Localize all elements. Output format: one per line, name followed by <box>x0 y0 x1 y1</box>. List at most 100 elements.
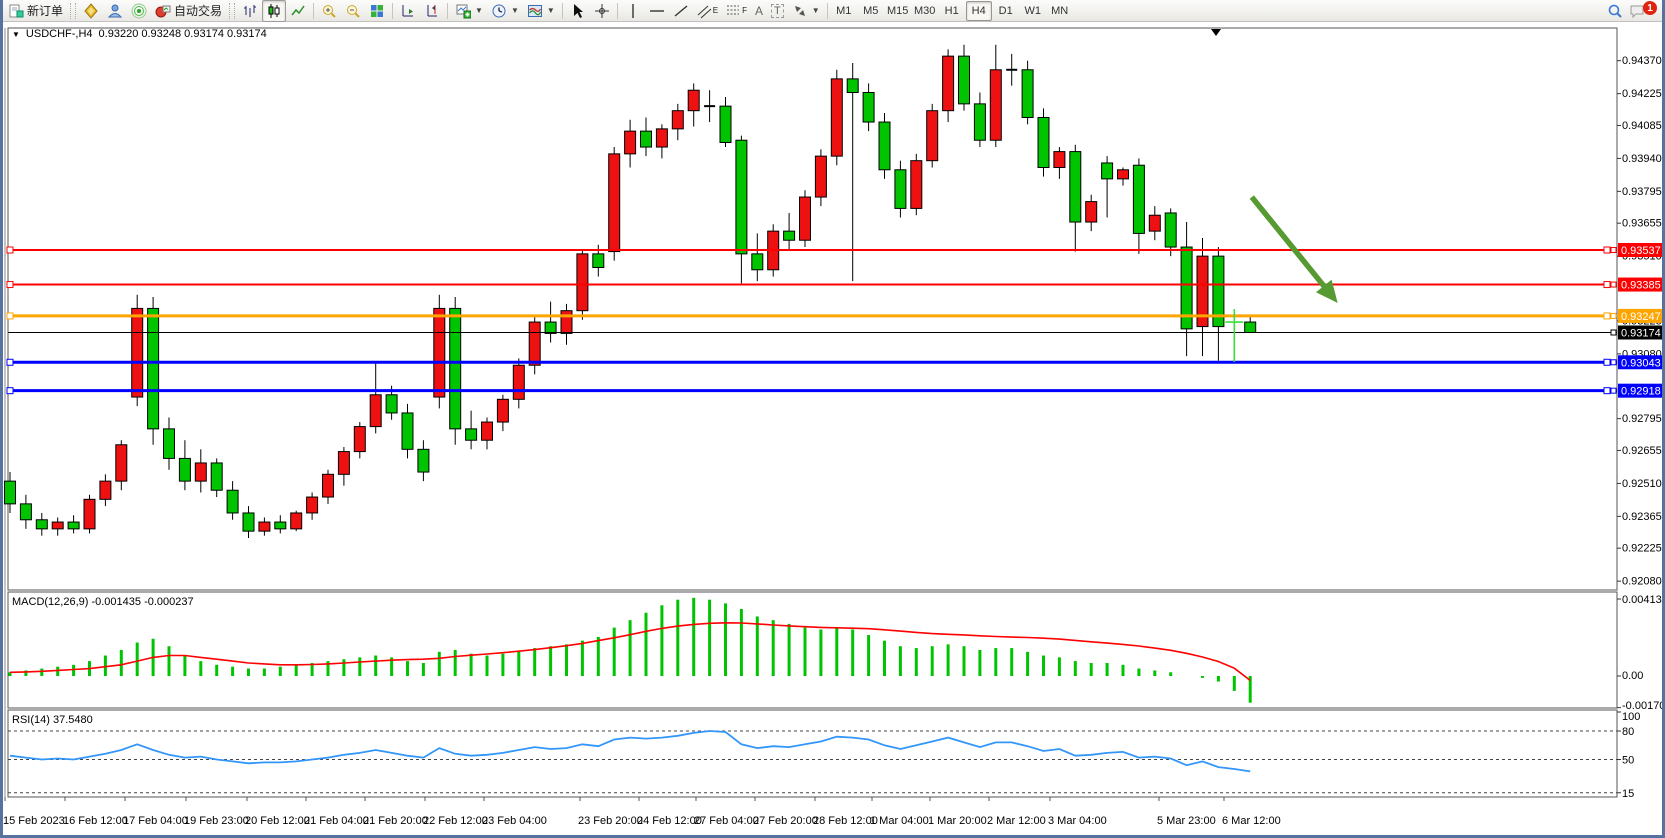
timeframe-M30[interactable]: M30 <box>912 1 938 21</box>
macd-bar <box>374 656 377 676</box>
macd-bar <box>501 654 504 676</box>
timeframe-M5[interactable]: M5 <box>858 1 884 21</box>
new-chart-button[interactable]: ▼ <box>451 0 487 22</box>
arrow-tools-button[interactable]: ▼ <box>788 0 824 22</box>
chevron-down-icon: ▼ <box>547 6 555 15</box>
period-button[interactable]: ▼ <box>487 0 523 22</box>
macd-bar <box>931 646 934 676</box>
time-tick-label: 1 Mar 20:00 <box>928 815 987 827</box>
timeframe-W1[interactable]: W1 <box>1020 1 1046 21</box>
timeframe-H1[interactable]: H1 <box>939 1 965 21</box>
bar-chart-button[interactable] <box>238 0 262 22</box>
candle-body <box>243 513 254 531</box>
timeframe-H4[interactable]: H4 <box>966 1 992 21</box>
candle-body <box>5 481 16 504</box>
price-tick-label: 0.93795 <box>1622 186 1662 198</box>
timeframe-D1[interactable]: D1 <box>993 1 1019 21</box>
ohlc-values: 0.93220 0.93248 0.93174 0.93174 <box>99 28 267 40</box>
price-tick-label: 0.92225 <box>1622 543 1662 555</box>
candle-body <box>68 522 79 529</box>
candle-chart-button[interactable] <box>262 0 286 22</box>
auto-scroll-icon <box>400 3 416 19</box>
equidistant-channel-icon <box>697 3 713 19</box>
trendline-tool-button[interactable] <box>669 0 693 22</box>
fibonacci-tool-button[interactable]: F <box>722 0 751 22</box>
line-price-label: 0.93247 <box>1621 311 1661 323</box>
search-icon[interactable] <box>1607 3 1623 19</box>
gold-badge-button[interactable] <box>79 0 103 22</box>
candle-body <box>561 311 572 334</box>
vertical-line-icon <box>625 3 641 19</box>
toolbar: 新订单 自动交易 ▼ ▼ <box>0 0 1665 22</box>
candle-body <box>1245 322 1256 332</box>
fibo-sub-label: F <box>742 6 747 15</box>
timeframe-buttons: M1M5M15M30H1H4D1W1MN <box>831 1 1073 21</box>
notification-badge[interactable]: 1 <box>1643 1 1657 15</box>
macd-bar <box>788 624 791 676</box>
cursor-tool-button[interactable] <box>566 0 590 22</box>
new-chart-icon <box>455 3 471 19</box>
macd-bar <box>819 629 822 676</box>
line-anchor-marker <box>1604 282 1610 288</box>
time-tick-label: 20 Feb 12:00 <box>245 815 310 827</box>
macd-bar <box>708 600 711 676</box>
new-order-button[interactable]: 新订单 <box>4 0 67 22</box>
zoom-in-button[interactable] <box>317 0 341 22</box>
horizontal-line-icon <box>649 3 665 19</box>
label-tool-icon: T <box>771 4 784 18</box>
macd-bar <box>581 641 584 676</box>
text-tool-button[interactable]: A <box>751 0 767 22</box>
price-tick-label: 0.94370 <box>1622 55 1662 67</box>
timeframe-M15[interactable]: M15 <box>885 1 911 21</box>
template-button[interactable]: ▼ <box>523 0 559 22</box>
macd-indicator-label: MACD(12,26,9) -0.001435 -0.000237 <box>12 596 194 608</box>
candle-body <box>227 490 238 513</box>
macd-bar <box>851 629 854 676</box>
arrow-tools-icon <box>792 3 808 19</box>
time-tick-label: 16 Feb 12:00 <box>63 815 128 827</box>
channel-tool-button[interactable]: E <box>693 0 722 22</box>
candle-body <box>513 365 524 399</box>
chart-canvas[interactable]: 0.943700.942250.940850.939400.937950.936… <box>0 22 1665 838</box>
candle-body <box>52 522 63 529</box>
candle-body <box>307 497 318 513</box>
auto-scroll-button[interactable] <box>396 0 420 22</box>
tile-windows-button[interactable] <box>365 0 389 22</box>
profile-icon <box>107 3 123 19</box>
label-tool-button[interactable]: T <box>767 0 788 22</box>
zoom-out-button[interactable] <box>341 0 365 22</box>
candle-body <box>656 129 667 147</box>
line-price-label: 0.93043 <box>1621 357 1661 369</box>
time-tick-label: 27 Feb 04:00 <box>694 815 759 827</box>
price-tick-label: 0.94225 <box>1622 88 1662 100</box>
candle-body <box>1086 202 1097 222</box>
crosshair-tool-button[interactable] <box>590 0 614 22</box>
timeframe-MN[interactable]: MN <box>1047 1 1073 21</box>
horizontal-line-tool-button[interactable] <box>645 0 669 22</box>
candle-body <box>800 197 811 240</box>
toolbar-grip <box>229 3 235 19</box>
time-tick-label: 21 Feb 04:00 <box>304 815 369 827</box>
signal-button[interactable] <box>127 0 151 22</box>
line-chart-button[interactable] <box>286 0 310 22</box>
macd-bar <box>1233 676 1236 691</box>
candle-body <box>672 111 683 129</box>
candle-body <box>259 522 270 531</box>
vertical-line-tool-button[interactable] <box>621 0 645 22</box>
autotrade-button[interactable]: 自动交易 <box>151 0 226 22</box>
price-tick-label: 0.92795 <box>1622 413 1662 425</box>
symbol-dropdown-icon[interactable]: ▼ <box>12 30 20 39</box>
profile-button[interactable] <box>103 0 127 22</box>
candle-body <box>116 445 127 481</box>
candle-body <box>402 413 413 449</box>
macd-bar <box>438 652 441 676</box>
macd-bar <box>629 620 632 676</box>
chart-window: 0.943700.942250.940850.939400.937950.936… <box>0 22 1665 838</box>
time-tick-label: 22 Feb 12:00 <box>423 815 488 827</box>
line-price-label: 0.93537 <box>1621 245 1661 257</box>
line-price-label: 0.92918 <box>1621 386 1661 398</box>
macd-bar <box>56 667 59 676</box>
chart-shift-button[interactable] <box>420 0 444 22</box>
candle-body <box>1022 70 1033 118</box>
timeframe-M1[interactable]: M1 <box>831 1 857 21</box>
